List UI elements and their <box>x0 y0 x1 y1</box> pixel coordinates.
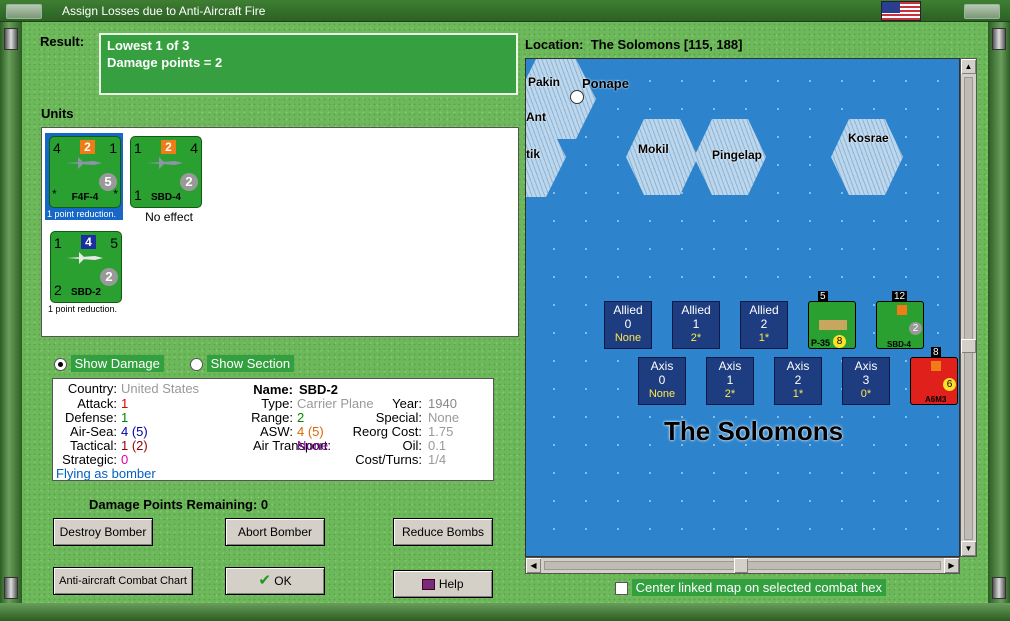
allied-slot-2[interactable]: Allied 2 1* <box>740 301 788 349</box>
axis-counter-a6m3[interactable]: A6M3 6 <box>910 357 958 405</box>
result-box: Lowest 1 of 3 Damage points = 2 <box>99 33 518 95</box>
unit-caption: No effect <box>145 210 193 224</box>
unit-counter-sbd4[interactable]: 1 2 4 2 1 SBD-4 No effect <box>130 136 208 224</box>
window-menu-button[interactable] <box>6 4 42 19</box>
axis-slot-2[interactable]: Axis 2 1* <box>774 357 822 405</box>
us-flag-icon <box>881 1 921 21</box>
show-section-radio[interactable]: Show Section <box>190 355 295 372</box>
unit-caption: 1 point reduction. <box>48 304 118 314</box>
unit-info-panel: Country: United States Attack: 1 Defense… <box>52 378 494 481</box>
axis-slot-1[interactable]: Axis 1 2* <box>706 357 754 405</box>
result-line-2: Damage points = 2 <box>107 55 223 70</box>
close-button[interactable] <box>964 4 1000 19</box>
damage-remaining: Damage Points Remaining: 0 <box>89 497 269 512</box>
result-line-1: Lowest 1 of 3 <box>107 38 190 53</box>
units-list[interactable]: 4 2 1 5 * * F4F-4 1 point reduction. 1 2… <box>41 127 519 337</box>
frame-right <box>988 22 1010 621</box>
checkmark-icon: ✔ <box>258 572 271 589</box>
hex-mokil <box>626 119 698 195</box>
help-button[interactable]: Help <box>393 570 493 598</box>
map-region-title: The Solomons <box>664 416 844 446</box>
vertical-scroll-thumb[interactable] <box>961 339 976 353</box>
units-label: Units <box>41 106 74 121</box>
location-display: Location: The Solomons [115, 188] <box>525 37 743 52</box>
frame-left <box>0 22 22 621</box>
map-horizontal-scrollbar[interactable]: ◀ ▶ <box>525 557 960 574</box>
hex-map[interactable]: Pakin Ponape Ant tik Mokil Pingelap Kosr… <box>525 58 960 557</box>
aa-combat-chart-button[interactable]: Anti-aircraft Combat Chart <box>53 567 193 595</box>
scroll-left-arrow-icon[interactable]: ◀ <box>526 558 541 573</box>
allied-counter-p35[interactable]: P-35 8 <box>808 301 856 349</box>
allied-counter-sbd4[interactable]: SBD-4 2 <box>876 301 924 349</box>
unit-caption: 1 point reduction. <box>47 209 117 219</box>
axis-slot-0[interactable]: Axis 0 None <box>638 357 686 405</box>
abort-bomber-button[interactable]: Abort Bomber <box>225 518 325 546</box>
title-bar: Assign Losses due to Anti-Aircraft Fire <box>0 0 1010 22</box>
frame-bottom <box>0 603 1010 621</box>
horizontal-scroll-thumb[interactable] <box>734 558 748 573</box>
axis-slot-3[interactable]: Axis 3 0* <box>842 357 890 405</box>
scroll-right-arrow-icon[interactable]: ▶ <box>944 558 959 573</box>
scroll-down-arrow-icon[interactable]: ▼ <box>961 541 976 556</box>
allied-slot-1[interactable]: Allied 1 2* <box>672 301 720 349</box>
map-vertical-scrollbar[interactable]: ▲ ▼ <box>960 58 977 557</box>
allied-slot-0[interactable]: Allied 0 None <box>604 301 652 349</box>
unit-counter-f4f4[interactable]: 4 2 1 5 * * F4F-4 1 point reduction. <box>45 133 123 220</box>
show-damage-radio[interactable]: Show Damage <box>54 355 164 372</box>
result-label: Result: <box>40 34 85 49</box>
clock-icon <box>570 90 584 104</box>
help-book-icon <box>422 579 436 591</box>
fighter-plane-icon <box>66 157 102 169</box>
scroll-up-arrow-icon[interactable]: ▲ <box>961 59 976 74</box>
ok-button[interactable]: ✔ OK <box>225 567 325 595</box>
bomber-plane-icon <box>147 157 183 169</box>
bomber-plane-icon <box>67 252 103 264</box>
destroy-bomber-button[interactable]: Destroy Bomber <box>53 518 153 546</box>
center-linked-checkbox[interactable]: Center linked map on selected combat hex <box>615 579 887 596</box>
window-title: Assign Losses due to Anti-Aircraft Fire <box>62 4 266 18</box>
reduce-bombs-button[interactable]: Reduce Bombs <box>393 518 493 546</box>
unit-counter-sbd2[interactable]: 1 4 5 2 2 SBD-2 1 point reduction. <box>48 231 126 314</box>
